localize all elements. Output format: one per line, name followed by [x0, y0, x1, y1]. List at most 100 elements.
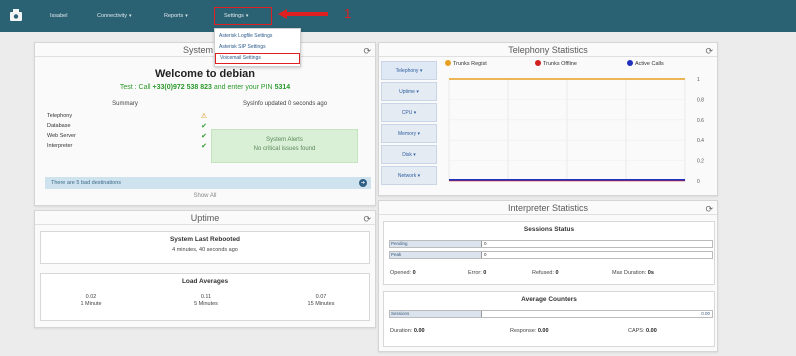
last-reboot-value: 4 minutes, 40 seconds ago	[172, 247, 238, 253]
last-reboot-heading: System Last Rebooted	[169, 236, 241, 243]
sessions-bar-value: 0.00	[701, 311, 710, 316]
summary-row-webserver: Web Server ✔	[47, 133, 207, 140]
stat-label: CAPS:	[628, 328, 645, 334]
caps-stat: CAPS: 0.00	[628, 328, 657, 334]
menu-item-asterisk-sip[interactable]: Asterisk SIP Settings	[215, 42, 300, 53]
telephony-tabs: Telephony ▾ Uptime ▾ CPU ▾ Memory ▾ Disk…	[381, 61, 437, 187]
load-value: 0.02	[85, 294, 97, 300]
tab-telephony[interactable]: Telephony ▾	[381, 61, 437, 80]
load-value: 0.07	[315, 294, 327, 300]
refresh-icon[interactable]: ⟳	[363, 212, 371, 226]
welcome-heading: Welcome to debian	[154, 68, 256, 80]
last-reboot-box: System Last Rebooted 4 minutes, 40 secon…	[40, 231, 370, 264]
stat-value: 0.00	[413, 328, 425, 334]
info-arrow-icon[interactable]: ➜	[359, 179, 367, 187]
average-counters-heading: Average Counters	[521, 296, 577, 303]
response-stat: Response: 0.00	[510, 328, 549, 334]
stat-value: 0	[555, 270, 559, 276]
top-navbar: Issabel Connectivity ▾ Reports ▾ Settings ▾	[0, 0, 796, 32]
load-label: 15 Minutes	[307, 301, 335, 307]
nav-connectivity[interactable]: Connectivity ▾	[97, 13, 131, 19]
stat-label: Refused:	[532, 270, 555, 276]
y-tick-label: 0.4	[697, 138, 704, 144]
interpreter-statistics-title-text: Interpreter Statistics	[507, 203, 589, 213]
summary-row-telephony: Telephony ⚠	[47, 113, 207, 120]
menu-item-voicemail-settings[interactable]: Voicemail Settings	[215, 53, 300, 64]
check-icon: ✔	[201, 133, 207, 140]
stat-label: Response:	[510, 328, 537, 334]
refresh-icon[interactable]: ⟳	[705, 202, 713, 216]
stat-label: Duration:	[390, 328, 413, 334]
tab-memory[interactable]: Memory ▾	[381, 124, 437, 143]
y-tick-label: 0.8	[697, 97, 704, 103]
legend-dot	[627, 60, 633, 66]
telephony-statistics-title-text: Telephony Statistics	[508, 45, 588, 55]
telephony-statistics-title: Telephony Statistics ⟳	[379, 43, 717, 57]
interpreter-statistics-panel: Interpreter Statistics ⟳ Sessions Status…	[378, 200, 718, 352]
average-counters-box: Average Counters Sessions 0.00 Duration:…	[383, 291, 715, 347]
error-stat: Error: 0	[468, 270, 486, 276]
test-call-prefix: Test : Call	[119, 84, 153, 91]
settings-dropdown-menu: Asterisk Logfile Settings Asterisk SIP S…	[214, 28, 301, 67]
load-value: 0.11	[200, 294, 212, 300]
telephony-statistics-panel: Telephony Statistics ⟳ Telephony ▾ Uptim…	[378, 42, 718, 196]
y-tick-label: 1	[697, 77, 700, 83]
load-1min: 0.02 1 Minute	[61, 294, 121, 308]
logo-icon[interactable]	[9, 8, 23, 22]
tab-network[interactable]: Network ▾	[381, 166, 437, 185]
tab-uptime[interactable]: Uptime ▾	[381, 82, 437, 101]
summary-row-label: Web Server	[47, 133, 76, 139]
test-call-pin: 5314	[274, 84, 291, 91]
summary-row-label: Database	[47, 123, 71, 129]
test-call-line: Test : Call +33(0)972 538 823 and enter …	[35, 84, 375, 91]
load-averages-box: Load Averages 0.02 1 Minute 0.11 5 Minut…	[40, 273, 370, 321]
load-averages-heading: Load Averages	[181, 278, 229, 285]
nav-issabel[interactable]: Issabel	[50, 13, 67, 19]
y-tick-label: 0.6	[697, 118, 704, 124]
nav-reports[interactable]: Reports ▾	[164, 13, 188, 19]
legend-dot	[535, 60, 541, 66]
system-overview-panel: System Ov ⟳ Welcome to debian Test : Cal…	[34, 42, 376, 206]
opened-stat: Opened: 0	[390, 270, 416, 276]
y-tick-label: 0.2	[697, 159, 704, 165]
chevron-down-icon: ▾	[185, 13, 188, 19]
summary-row-database: Database ✔	[47, 123, 207, 130]
warning-icon: ⚠	[200, 113, 207, 120]
refresh-icon[interactable]: ⟳	[363, 44, 371, 58]
peak-bar: Peak 0	[389, 251, 713, 259]
uptime-title-text: Uptime	[190, 213, 220, 223]
sessions-status-heading: Sessions Status	[523, 226, 575, 233]
test-call-mid: and enter your PIN	[211, 84, 275, 91]
stat-label: Max Duration:	[612, 270, 647, 276]
summary-row-interpreter: Interpreter ✔	[47, 143, 207, 150]
peak-bar-label: Peak	[390, 252, 482, 258]
sessions-bar: Sessions 0.00	[389, 310, 713, 318]
pending-bar-value: 0	[484, 241, 487, 246]
interpreter-statistics-title: Interpreter Statistics ⟳	[379, 201, 717, 215]
stat-value: 0	[483, 270, 487, 276]
bad-destinations-bar[interactable]: There are 5 bad destinations ➜	[45, 177, 371, 189]
load-label: 5 Minutes	[194, 301, 218, 307]
load-5min: 0.11 5 Minutes	[176, 294, 236, 308]
summary-row-label: Interpreter	[47, 143, 73, 149]
tab-disk[interactable]: Disk ▾	[381, 145, 437, 164]
settings-highlight-box	[214, 7, 272, 25]
legend-label: Trunks Offline	[543, 61, 577, 67]
check-icon: ✔	[201, 143, 207, 150]
tab-cpu[interactable]: CPU ▾	[381, 103, 437, 122]
stat-value: 0	[412, 270, 416, 276]
menu-item-asterisk-logfile[interactable]: Asterisk Logfile Settings	[215, 31, 300, 42]
stat-value: 0.00	[537, 328, 549, 334]
legend-trunks-regist: Trunks Regist	[445, 60, 487, 67]
bad-destinations-text: There are 5 bad destinations	[51, 180, 122, 186]
nav-reports-label: Reports	[164, 13, 184, 19]
callout-arrow-1-line	[286, 12, 328, 16]
test-call-number: +33(0)972 538 823	[152, 84, 212, 91]
summary-row-label: Telephony	[47, 113, 73, 119]
duration-stat: Duration: 0.00	[390, 328, 425, 334]
max-duration-stat: Max Duration: 0s	[612, 270, 654, 276]
uptime-panel: Uptime ⟳ System Last Rebooted 4 minutes,…	[34, 210, 376, 328]
summary-heading: Summary	[112, 101, 138, 107]
show-all-link[interactable]: Show All	[35, 193, 375, 199]
refresh-icon[interactable]: ⟳	[705, 44, 713, 58]
